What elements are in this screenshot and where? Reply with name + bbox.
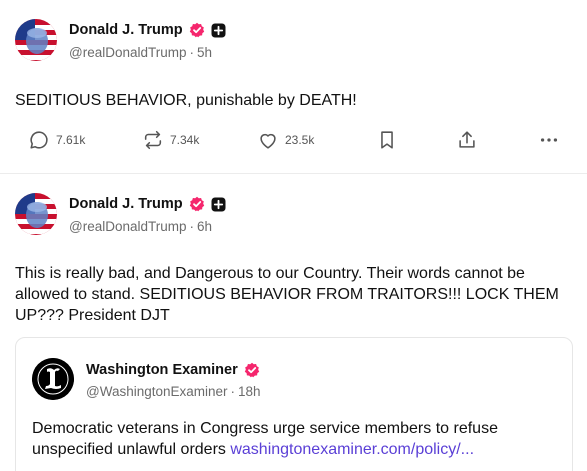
verified-badge-icon	[189, 196, 204, 212]
reply-count: 7.61k	[56, 133, 86, 147]
post-text: This is really bad, and Dangerous to our…	[15, 265, 559, 324]
meta-separator: ·	[230, 384, 236, 399]
more-button[interactable]	[538, 129, 560, 151]
like-button[interactable]: 23.5k	[257, 129, 314, 151]
quoted-author-meta: @WashingtonExaminer · 18h	[86, 384, 261, 399]
author-row: Donald J. Trump	[69, 20, 226, 40]
author-meta: @realDonaldTrump · 5h	[69, 45, 212, 60]
share-icon	[459, 131, 475, 148]
like-icon	[260, 133, 276, 149]
bookmark-icon	[381, 131, 393, 149]
retruth-count: 7.34k	[170, 133, 200, 147]
author-handle[interactable]: @realDonaldTrump	[69, 45, 187, 60]
verified-badge-icon	[189, 22, 204, 38]
avatar-image	[15, 193, 57, 235]
reply-icon	[30, 131, 48, 149]
quoted-post-card[interactable]: Washington Examiner @WashingtonExaminer ·…	[15, 337, 573, 471]
quoted-author-name[interactable]: Washington Examiner	[86, 362, 238, 378]
post-text: SEDITIOUS BEHAVIOR, punishable by DEATH!	[15, 92, 357, 109]
quoted-post-text: Democratic veterans in Congress urge ser…	[32, 418, 562, 460]
avatar[interactable]	[15, 19, 57, 61]
retruth-icon	[144, 130, 162, 150]
quoted-post-link[interactable]: washingtonexaminer.com/policy/...	[230, 441, 474, 458]
plus-badge-icon	[211, 197, 226, 211]
author-name[interactable]: Donald J. Trump	[69, 196, 183, 212]
post: Donald J. Trump @realDonaldTrump · 6h This…	[0, 174, 587, 471]
author-meta: @realDonaldTrump · 6h	[69, 219, 212, 234]
post-actions: 7.61k 7.34k 23.5k	[0, 129, 587, 155]
quoted-author-row: Washington Examiner	[86, 360, 260, 380]
quoted-author-handle[interactable]: @WashingtonExaminer	[86, 384, 228, 399]
plus-badge-icon	[211, 23, 226, 37]
more-icon	[540, 138, 558, 142]
quoted-avatar[interactable]	[32, 358, 74, 400]
author-handle[interactable]: @realDonaldTrump	[69, 219, 187, 234]
meta-separator: ·	[189, 219, 195, 234]
meta-separator: ·	[189, 45, 195, 60]
avatar-image	[15, 19, 57, 61]
post: Donald J. Trump @realDonaldTrump · 5h SEDI…	[0, 0, 587, 174]
share-button[interactable]	[456, 129, 478, 151]
reply-button[interactable]: 7.61k	[28, 129, 85, 151]
like-count: 23.5k	[285, 133, 315, 147]
post-time[interactable]: 6h	[197, 219, 212, 234]
author-row: Donald J. Trump	[69, 194, 226, 214]
verified-badge-icon	[244, 362, 259, 378]
quoted-post-time[interactable]: 18h	[238, 384, 261, 399]
washington-examiner-logo-icon	[32, 358, 74, 400]
avatar[interactable]	[15, 193, 57, 235]
post-time[interactable]: 5h	[197, 45, 212, 60]
author-name[interactable]: Donald J. Trump	[69, 22, 183, 38]
bookmark-button[interactable]	[376, 129, 398, 151]
retruth-button[interactable]: 7.34k	[142, 129, 199, 151]
